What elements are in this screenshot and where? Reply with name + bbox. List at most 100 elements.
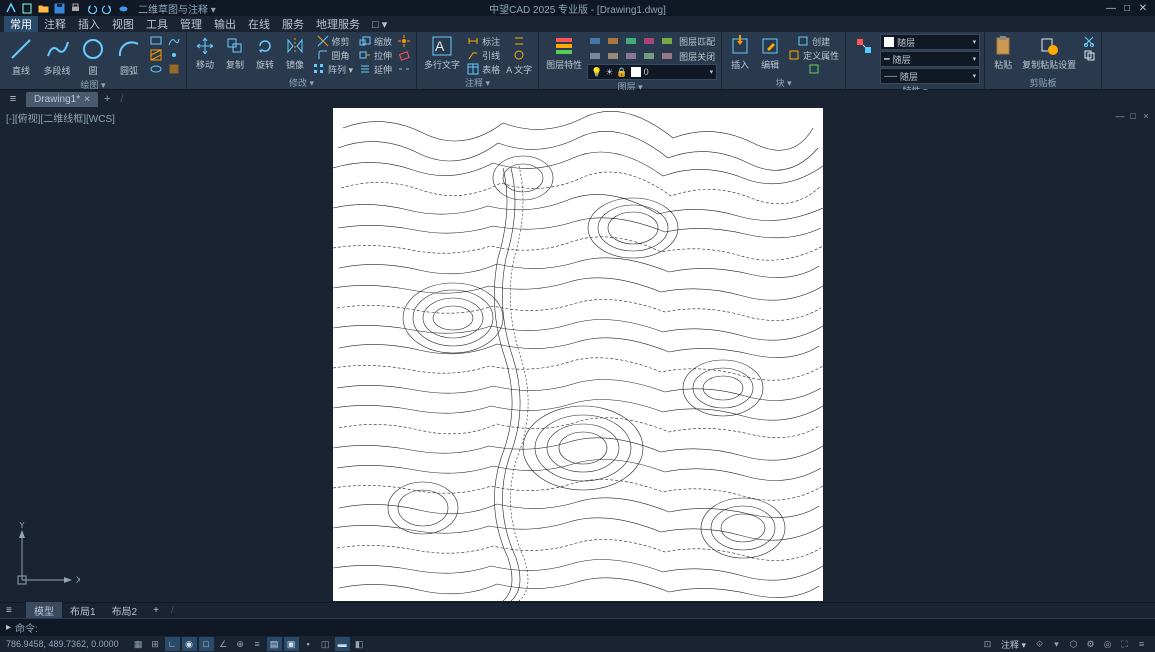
menu-output[interactable]: 输出 <box>208 16 242 32</box>
print-icon[interactable] <box>68 1 82 15</box>
copy-icon[interactable] <box>1081 48 1097 62</box>
spline-icon[interactable] <box>166 34 182 48</box>
cloud-icon[interactable] <box>116 1 130 15</box>
close-tab-icon[interactable]: × <box>84 94 90 105</box>
hatch-icon[interactable] <box>148 48 164 62</box>
max-button[interactable]: □ <box>1119 1 1135 15</box>
sb-anno-label[interactable]: 注释 ▾ <box>997 638 1030 651</box>
tab-drawing1[interactable]: Drawing1*× <box>26 92 98 107</box>
sb-custom-icon[interactable]: ≡ <box>1134 637 1149 651</box>
layout-add[interactable]: + <box>145 604 167 617</box>
paste-button[interactable]: 粘贴 <box>989 34 1017 72</box>
layer-match[interactable]: 图层匹配 <box>677 34 717 48</box>
undo-icon[interactable] <box>84 1 98 15</box>
region-icon[interactable] <box>166 62 182 76</box>
arc-button[interactable]: 圆弧 <box>112 34 146 78</box>
polyline-button[interactable]: 多段线 <box>40 34 74 78</box>
menu-service[interactable]: 服务 <box>276 16 310 32</box>
sb-ortho-icon[interactable]: ∟ <box>165 637 180 651</box>
menu-home[interactable]: 常用 <box>4 16 38 32</box>
viewport[interactable]: [-][俯视][二维线框][WCS] — □ × <box>0 108 1155 602</box>
layout-2[interactable]: 布局2 <box>104 602 146 619</box>
sb-trans-icon[interactable]: ▤ <box>267 637 282 651</box>
layer-dropdown[interactable]: 💡 ☀ 🔒 0 <box>587 64 717 80</box>
trim-button[interactable]: 修剪 <box>311 34 355 48</box>
table-button[interactable]: 表格 <box>465 62 502 76</box>
break-icon[interactable] <box>396 62 412 76</box>
layer-sm4[interactable] <box>641 34 657 48</box>
menu-extra[interactable]: □ ▾ <box>366 18 393 31</box>
insert-button[interactable]: 插入 <box>726 34 754 72</box>
dim3-icon[interactable] <box>504 48 534 62</box>
erase-icon[interactable] <box>396 48 412 62</box>
layer-sm5[interactable] <box>659 34 675 48</box>
sb-cycle-icon[interactable]: ◫ <box>318 637 333 651</box>
array-button[interactable]: 阵列 ▾ <box>311 62 355 76</box>
layout-model[interactable]: 模型 <box>26 602 62 619</box>
sb-polar-icon[interactable]: ◉ <box>182 637 197 651</box>
offset-button[interactable]: 延伸 <box>357 62 394 76</box>
circle-button[interactable]: 圆 <box>76 34 110 78</box>
sb-clean-icon[interactable]: ◎ <box>1100 637 1115 651</box>
vp-min-icon[interactable]: — <box>1115 111 1125 121</box>
stretch-button[interactable]: 拉伸 <box>357 48 394 62</box>
mirror-button[interactable]: 镜像 <box>281 34 309 72</box>
menu-annotate[interactable]: 注释 <box>38 16 72 32</box>
sb-iso-icon[interactable]: ⬡ <box>1066 637 1081 651</box>
layer-sm10[interactable] <box>659 49 675 63</box>
vp-close-icon[interactable]: × <box>1141 111 1151 121</box>
vp-max-icon[interactable]: □ <box>1128 111 1138 121</box>
line-button[interactable]: 直线 <box>4 34 38 78</box>
sb-osnap-icon[interactable]: □ <box>199 637 214 651</box>
color-dropdown[interactable]: 随层 <box>880 34 980 50</box>
explode-icon[interactable] <box>396 34 412 48</box>
sb-grid-icon[interactable]: ▦ <box>131 637 146 651</box>
sb-hw-icon[interactable]: ⚙ <box>1083 637 1098 651</box>
copyfmt-button[interactable]: 复制粘贴设置 <box>1019 34 1079 72</box>
sb-sc-icon[interactable]: ▪ <box>301 637 316 651</box>
sb-otrack-icon[interactable]: ∠ <box>216 637 231 651</box>
sb-ws-icon[interactable]: ◧ <box>352 637 367 651</box>
text-small[interactable]: A 文字 <box>504 62 534 76</box>
cut-icon[interactable] <box>1081 34 1097 48</box>
point-icon[interactable] <box>166 48 182 62</box>
cmd-input[interactable] <box>42 622 1149 633</box>
sb-model-icon[interactable]: ⊡ <box>980 637 995 651</box>
layer-sm6[interactable] <box>587 49 603 63</box>
layout-1[interactable]: 布局1 <box>62 602 104 619</box>
viewport-controls[interactable]: [-][俯视][二维线框][WCS] <box>6 110 115 125</box>
layer-sm9[interactable] <box>641 49 657 63</box>
leader-button[interactable]: 引线 <box>465 48 502 62</box>
sb-ann-icon[interactable]: ▬ <box>335 637 350 651</box>
fillet-button[interactable]: 圆角 <box>311 48 355 62</box>
rect-icon[interactable] <box>148 34 164 48</box>
app-menu-icon[interactable] <box>4 1 18 15</box>
layer-sm1[interactable] <box>587 34 603 48</box>
drawing-canvas[interactable] <box>333 108 823 601</box>
menu-manage[interactable]: 管理 <box>174 16 208 32</box>
menu-view[interactable]: 视图 <box>106 16 140 32</box>
block-more[interactable] <box>786 62 841 76</box>
dim2-icon[interactable] <box>504 34 534 48</box>
sb-annoscale-icon[interactable]: ▾ <box>1049 637 1064 651</box>
close-button[interactable]: ✕ <box>1135 1 1151 15</box>
open-icon[interactable] <box>36 1 50 15</box>
save-icon[interactable] <box>52 1 66 15</box>
lineweight-dropdown[interactable]: ━随层 <box>880 51 980 67</box>
prop-match-icon[interactable] <box>850 34 878 58</box>
move-button[interactable]: 移动 <box>191 34 219 72</box>
tab-menu-icon[interactable]: ≡ <box>6 92 20 106</box>
layout-menu-icon[interactable]: ≡ <box>6 605 20 616</box>
dim-button[interactable]: 标注 <box>465 34 502 48</box>
menu-geo[interactable]: 地理服务 <box>310 16 366 32</box>
sb-qp-icon[interactable]: ▣ <box>284 637 299 651</box>
block-create[interactable]: 创建 <box>786 34 841 48</box>
block-attr[interactable]: 定义属性 <box>786 48 841 62</box>
layer-sm7[interactable] <box>605 49 621 63</box>
sb-lw-icon[interactable]: ≡ <box>250 637 265 651</box>
sb-full-icon[interactable]: ⛶ <box>1117 637 1132 651</box>
layer-off[interactable]: 图层关闭 <box>677 49 717 63</box>
sb-snap-icon[interactable]: ⊞ <box>148 637 163 651</box>
menu-insert[interactable]: 插入 <box>72 16 106 32</box>
layer-sm8[interactable] <box>623 49 639 63</box>
